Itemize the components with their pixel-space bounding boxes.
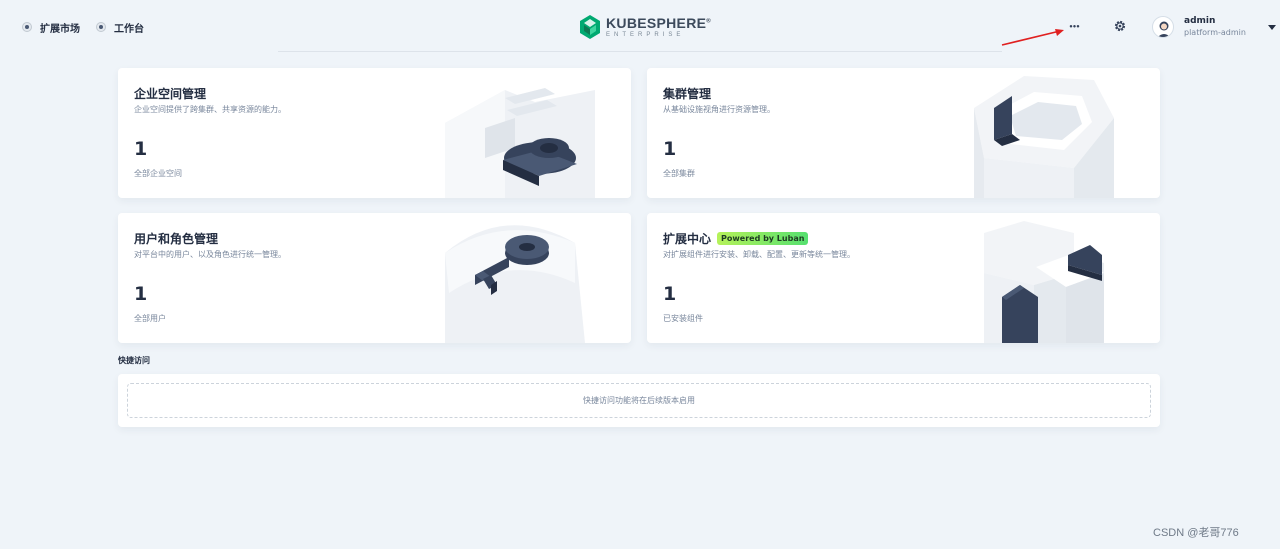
gear-icon <box>1114 20 1126 32</box>
card-count-label: 全部企业空间 <box>134 169 182 178</box>
nav-extension-market[interactable]: 扩展市场 <box>22 19 80 35</box>
card-title: 用户和角色管理 <box>134 230 218 247</box>
extension-market-icon <box>22 22 32 32</box>
card-title-text: 企业空间管理 <box>134 87 207 101</box>
card-count: 1 <box>134 138 148 160</box>
card-description: 从基础设施视角进行资源管理。 <box>663 105 775 114</box>
card-description: 对平台中的用户、以及角色进行统一管理。 <box>134 250 286 259</box>
logo-main-text: KUBESPHERE <box>606 15 707 31</box>
card-count: 1 <box>663 138 677 160</box>
workspace-illustration-icon <box>445 78 595 198</box>
card-count: 1 <box>134 283 148 305</box>
nav-workbench-label: 工作台 <box>114 23 144 35</box>
user-name: admin <box>1184 16 1216 27</box>
more-icon: ••• <box>1068 23 1080 31</box>
user-role-management-card[interactable]: 用户和角色管理 对平台中的用户、以及角色进行统一管理。 1 全部用户 <box>118 213 631 343</box>
cluster-illustration-icon <box>974 76 1114 198</box>
powered-by-badge: Powered by Luban <box>717 232 809 245</box>
card-count: 1 <box>663 283 677 305</box>
quick-access-placeholder: 快捷访问功能将在后续版本启用 <box>127 383 1151 418</box>
user-role: platform-admin <box>1184 27 1246 37</box>
workspace-management-card[interactable]: 企业空间管理 企业空间提供了跨集群、共享资源的能力。 1 全部企业空间 <box>118 68 631 198</box>
card-title-text: 扩展中心 <box>663 232 712 246</box>
header-divider <box>278 51 1002 52</box>
red-arrow-annotation <box>1001 29 1064 46</box>
nav-extension-market-label: 扩展市场 <box>40 23 80 35</box>
logo-sub-text: ENTERPRISE <box>606 32 685 38</box>
kubesphere-logo[interactable]: KUBESPHERE® ENTERPRISE <box>580 14 711 40</box>
workbench-icon <box>96 22 106 32</box>
chevron-down-icon <box>1267 24 1276 30</box>
avatar <box>1152 16 1174 38</box>
card-count-label: 全部用户 <box>134 314 166 323</box>
card-count-label: 已安装组件 <box>663 314 703 323</box>
card-description: 对扩展组件进行安装、卸载、配置、更新等统一管理。 <box>663 250 855 259</box>
settings-button[interactable] <box>1112 18 1128 34</box>
extension-center-card[interactable]: 扩展中心 Powered by Luban 对扩展组件进行安装、卸载、配置、更新… <box>647 213 1160 343</box>
quick-access-title: 快捷访问 <box>118 356 150 365</box>
top-navbar: 扩展市场 工作台 KUBESPHERE® ENTERPRISE ••• admi… <box>0 0 1280 52</box>
cluster-management-card[interactable]: 集群管理 从基础设施视角进行资源管理。 1 全部集群 <box>647 68 1160 198</box>
kubesphere-logo-icon <box>580 15 600 39</box>
quick-access-panel: 快捷访问功能将在后续版本启用 <box>118 374 1160 427</box>
watermark: CSDN @老哥776 <box>1153 527 1239 539</box>
card-title: 扩展中心 Powered by Luban <box>663 230 809 247</box>
more-button[interactable]: ••• <box>1066 20 1082 34</box>
user-key-illustration-icon <box>445 225 585 343</box>
user-menu[interactable]: admin platform-admin <box>1152 14 1276 40</box>
card-title-text: 集群管理 <box>663 87 712 101</box>
card-count-label: 全部集群 <box>663 169 695 178</box>
card-title: 企业空间管理 <box>134 85 206 102</box>
nav-workbench[interactable]: 工作台 <box>96 19 144 35</box>
extension-blocks-illustration-icon <box>984 221 1104 343</box>
card-title-text: 用户和角色管理 <box>134 232 219 246</box>
avatar-icon <box>1157 21 1171 37</box>
card-description: 企业空间提供了跨集群、共享资源的能力。 <box>134 105 286 114</box>
card-title: 集群管理 <box>663 85 711 102</box>
logo-registered: ® <box>706 18 711 25</box>
